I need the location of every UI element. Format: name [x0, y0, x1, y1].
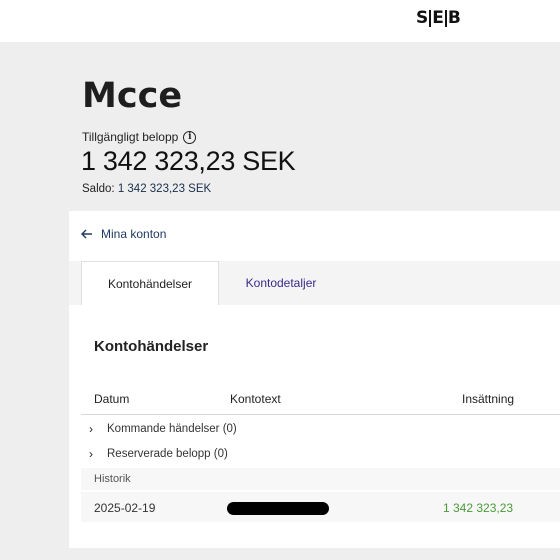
saldo-label: Saldo: [82, 183, 118, 195]
column-header-text[interactable]: Kontotext [230, 392, 281, 406]
logo-divider [429, 9, 432, 27]
history-label: Historik [94, 473, 131, 485]
header-divider [81, 414, 560, 415]
back-to-accounts-link[interactable]: Mina konton [81, 227, 166, 241]
chevron-right-icon: › [89, 447, 93, 461]
history-header-bg [81, 468, 560, 490]
saldo-value: 1 342 323,23 SEK [117, 183, 212, 195]
transaction-date: 2025-02-19 [94, 501, 156, 515]
upcoming-events-label: Kommande händelser (0) [107, 423, 237, 435]
account-name: Mcce [82, 76, 183, 116]
reserved-amounts-label: Reserverade belopp (0) [107, 448, 228, 460]
arrow-left-icon [81, 229, 92, 239]
section-title: Kontohändelser [94, 338, 209, 355]
available-balance-amount: 1 342 323,23 SEK [81, 146, 296, 176]
available-balance-label-row: Tillgängligt belopp i [82, 130, 197, 144]
column-header-date[interactable]: Datum [94, 392, 129, 406]
seb-logo[interactable]: S E B [416, 8, 461, 28]
logo-letter-s: S [416, 8, 429, 28]
tab-kontohandelser[interactable]: Kontohändelser [81, 261, 219, 305]
chevron-right-icon: › [89, 422, 93, 436]
available-balance-label: Tillgängligt belopp [82, 130, 179, 144]
tab-kontodetaljer[interactable]: Kontodetaljer [219, 261, 343, 305]
column-header-deposit[interactable]: Insättning [462, 392, 514, 406]
reserved-amounts-toggle[interactable]: › Reserverade belopp (0) [89, 447, 228, 461]
logo-letter-e: E [432, 8, 444, 28]
logo-letter-b: B [447, 8, 461, 28]
saldo-line: Saldo: 1 342 323,23 SEK [82, 183, 211, 195]
redacted-account-text [227, 502, 329, 515]
info-icon[interactable]: i [183, 130, 197, 144]
logo-divider [444, 9, 447, 27]
account-card: Mina konton Kontohändelser Kontodetaljer… [69, 211, 560, 548]
top-bar: S E B [0, 0, 560, 42]
back-link-label: Mina konton [101, 227, 167, 241]
upcoming-events-toggle[interactable]: › Kommande händelser (0) [89, 422, 237, 436]
transaction-deposit: 1 342 323,23 [443, 501, 514, 515]
